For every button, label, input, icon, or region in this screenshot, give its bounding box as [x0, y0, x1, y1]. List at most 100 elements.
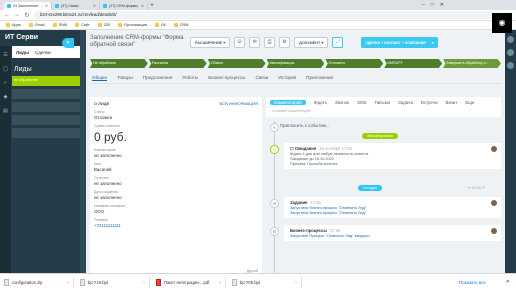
bookmark[interactable]: ЛК: [155, 23, 166, 27]
comment-input[interactable]: Оставьте комментарий: [266, 109, 501, 113]
tab-visit[interactable]: Визит: [446, 100, 458, 105]
menu-icon[interactable]: ☰: [3, 52, 7, 58]
tab-call[interactable]: Звонок: [335, 100, 349, 105]
chevron-up-icon[interactable]: ^: [219, 280, 221, 285]
stage-item[interactable]: ИМПОРТ: [384, 59, 443, 68]
expand-icon[interactable]: ⤢: [332, 37, 344, 48]
list-item[interactable]: [12, 89, 80, 99]
tab-history[interactable]: История: [278, 75, 296, 80]
reload-icon[interactable]: ↻: [24, 12, 30, 19]
bookmark[interactable]: Сайт: [75, 23, 90, 27]
crm-icon[interactable]: ◆: [4, 94, 8, 100]
tab-apps[interactable]: Приложения: [306, 75, 333, 80]
filter-link[interactable]: ▼ ФИЛЬТР: [467, 186, 485, 190]
document-button[interactable]: ДОКУМЕНТ ▾: [294, 37, 329, 48]
tab-leads[interactable]: Лиды: [16, 50, 29, 55]
download-item[interactable]: bp-705.bpt ^: [232, 276, 302, 288]
field-label: Сумма и валюта: [94, 124, 120, 128]
close-downloads-icon[interactable]: ✕: [506, 279, 510, 285]
chevron-up-icon[interactable]: ^: [295, 280, 297, 285]
avatar[interactable]: [491, 200, 497, 206]
browser-tab[interactable]: (37) Связи ✕: [52, 2, 100, 10]
tab-deals[interactable]: Сделки: [35, 50, 51, 55]
bitrix-favicon-icon: [7, 4, 11, 8]
chat-icon[interactable]: ◯: [3, 66, 9, 72]
download-item[interactable]: configuration.zip ^: [4, 276, 74, 288]
tab-wait[interactable]: Ждать: [314, 100, 327, 105]
tab-more[interactable]: Еще: [465, 100, 474, 105]
bookmark[interactable]: Gmail: [28, 23, 45, 27]
bookmark[interactable]: CRM: [173, 23, 188, 27]
bookmark[interactable]: Apps: [6, 23, 21, 27]
stage-item-finish[interactable]: Завершить обработку л...: [443, 59, 502, 68]
gear-icon[interactable]: ⚙: [279, 37, 291, 48]
stage-item[interactable]: Рассылка: [148, 59, 207, 68]
close-tab-icon[interactable]: ✕: [93, 4, 96, 8]
lead-title[interactable]: Заполнение CRM-формы "Форма обратной свя…: [90, 32, 186, 49]
field-value[interactable]: +72111111111: [94, 223, 258, 228]
show-all-downloads-link[interactable]: Показать все: [459, 280, 486, 285]
field-value: не заполнено: [94, 181, 122, 186]
stage-item[interactable]: Квалификация: [266, 59, 325, 68]
close-slider-button[interactable]: ✕: [62, 38, 74, 48]
folder-icon: [173, 23, 178, 27]
bookmark[interactable]: SNM: [52, 23, 67, 27]
chevron-down-icon[interactable]: ▾: [432, 41, 434, 45]
close-window-button[interactable]: ✕: [440, 0, 444, 10]
forward-arrow-icon[interactable]: →: [14, 12, 20, 18]
list-item[interactable]: не обработан: [12, 76, 80, 86]
stage-item[interactable]: Не обработан: [90, 59, 148, 68]
tab-sms[interactable]: SMS: [357, 100, 367, 105]
all-info-link[interactable]: ВСЯ ИНФОРМАЦИЯ: [219, 101, 258, 106]
create-deal-button[interactable]: СДЕЛКА + КОНТАКТ + КОМПАНИЯ ▾: [361, 37, 438, 48]
url-field[interactable]: b24-sze299.bitrix24.ru/crm/lead/details/…: [34, 11, 495, 19]
stage-bar: Не обработан Рассылка Обзвон Квалификаци…: [90, 59, 502, 68]
new-tab-button[interactable]: +: [148, 2, 156, 10]
tab-products[interactable]: Товары: [117, 75, 133, 80]
avatar[interactable]: [491, 228, 497, 234]
tab-task[interactable]: Задача: [398, 100, 413, 105]
list-item[interactable]: [12, 128, 80, 138]
bizproc-card[interactable]: Бизнес-процессы 17:55 Запустили Процесс "…: [284, 225, 501, 241]
bookmark[interactable]: 320: [97, 23, 110, 27]
waiting-card[interactable]: ☐ Ожидание 26 октября 17:55 Ждать 4 дня и…: [284, 143, 501, 169]
invite-event-link[interactable]: Пригласить к событию...: [280, 123, 497, 128]
drive-icon[interactable]: ▤: [3, 108, 8, 114]
mail-icon[interactable]: ✉: [249, 37, 261, 48]
bookmark[interactable]: Организация: [118, 23, 147, 27]
close-tab-icon[interactable]: ✕: [141, 4, 144, 8]
folder-icon: [118, 23, 123, 27]
chevron-up-icon[interactable]: ^: [143, 280, 145, 285]
tab-email[interactable]: Письмо: [375, 100, 391, 105]
avatar[interactable]: [507, 36, 514, 43]
maximize-button[interactable]: □: [431, 0, 434, 10]
browser-tab[interactable]: (17) CRM-формы ✕: [100, 2, 148, 10]
avatar[interactable]: [507, 49, 514, 56]
tasks-icon[interactable]: ✓: [3, 80, 7, 86]
tab-comment[interactable]: Комментарий: [270, 100, 306, 105]
extend-button[interactable]: РАСШИРЕНИЕ ▾: [190, 37, 231, 48]
stage-item[interactable]: Обзвон: [207, 59, 266, 68]
browser-tab[interactable]: 24 Заполнение CRM-формы "Фор ✕: [4, 2, 52, 10]
lead-slider: Заполнение CRM-формы "Форма обратной свя…: [86, 30, 505, 273]
avatar[interactable]: [507, 62, 514, 69]
list-item[interactable]: [12, 115, 80, 125]
stage-item[interactable]: Отложено: [325, 59, 384, 68]
back-arrow-icon[interactable]: ←: [4, 12, 10, 18]
print-icon[interactable]: ⎙: [264, 37, 276, 48]
chevron-up-icon[interactable]: ^: [67, 280, 69, 285]
close-tab-icon[interactable]: ✕: [45, 4, 48, 8]
task-card[interactable]: Задание 17:55 Запустили бизнес-процесс "О…: [284, 197, 501, 218]
tab-links[interactable]: Связи: [255, 75, 268, 80]
tab-meeting[interactable]: Встреча: [421, 100, 438, 105]
tab-bizproc[interactable]: Бизнес-процессы: [208, 75, 245, 80]
avatar[interactable]: [491, 146, 497, 152]
tab-general[interactable]: Общее: [92, 75, 108, 81]
tab-robots[interactable]: Роботы: [182, 75, 198, 80]
minimize-button[interactable]: –: [422, 0, 425, 10]
tab-quotes[interactable]: Предложения: [143, 75, 172, 80]
phone-icon[interactable]: ☏: [234, 37, 246, 48]
download-item[interactable]: bp-719.bpt ^: [80, 276, 150, 288]
list-item[interactable]: [12, 102, 80, 112]
download-item[interactable]: Пакет интеграции-...pdf ^: [156, 276, 226, 288]
